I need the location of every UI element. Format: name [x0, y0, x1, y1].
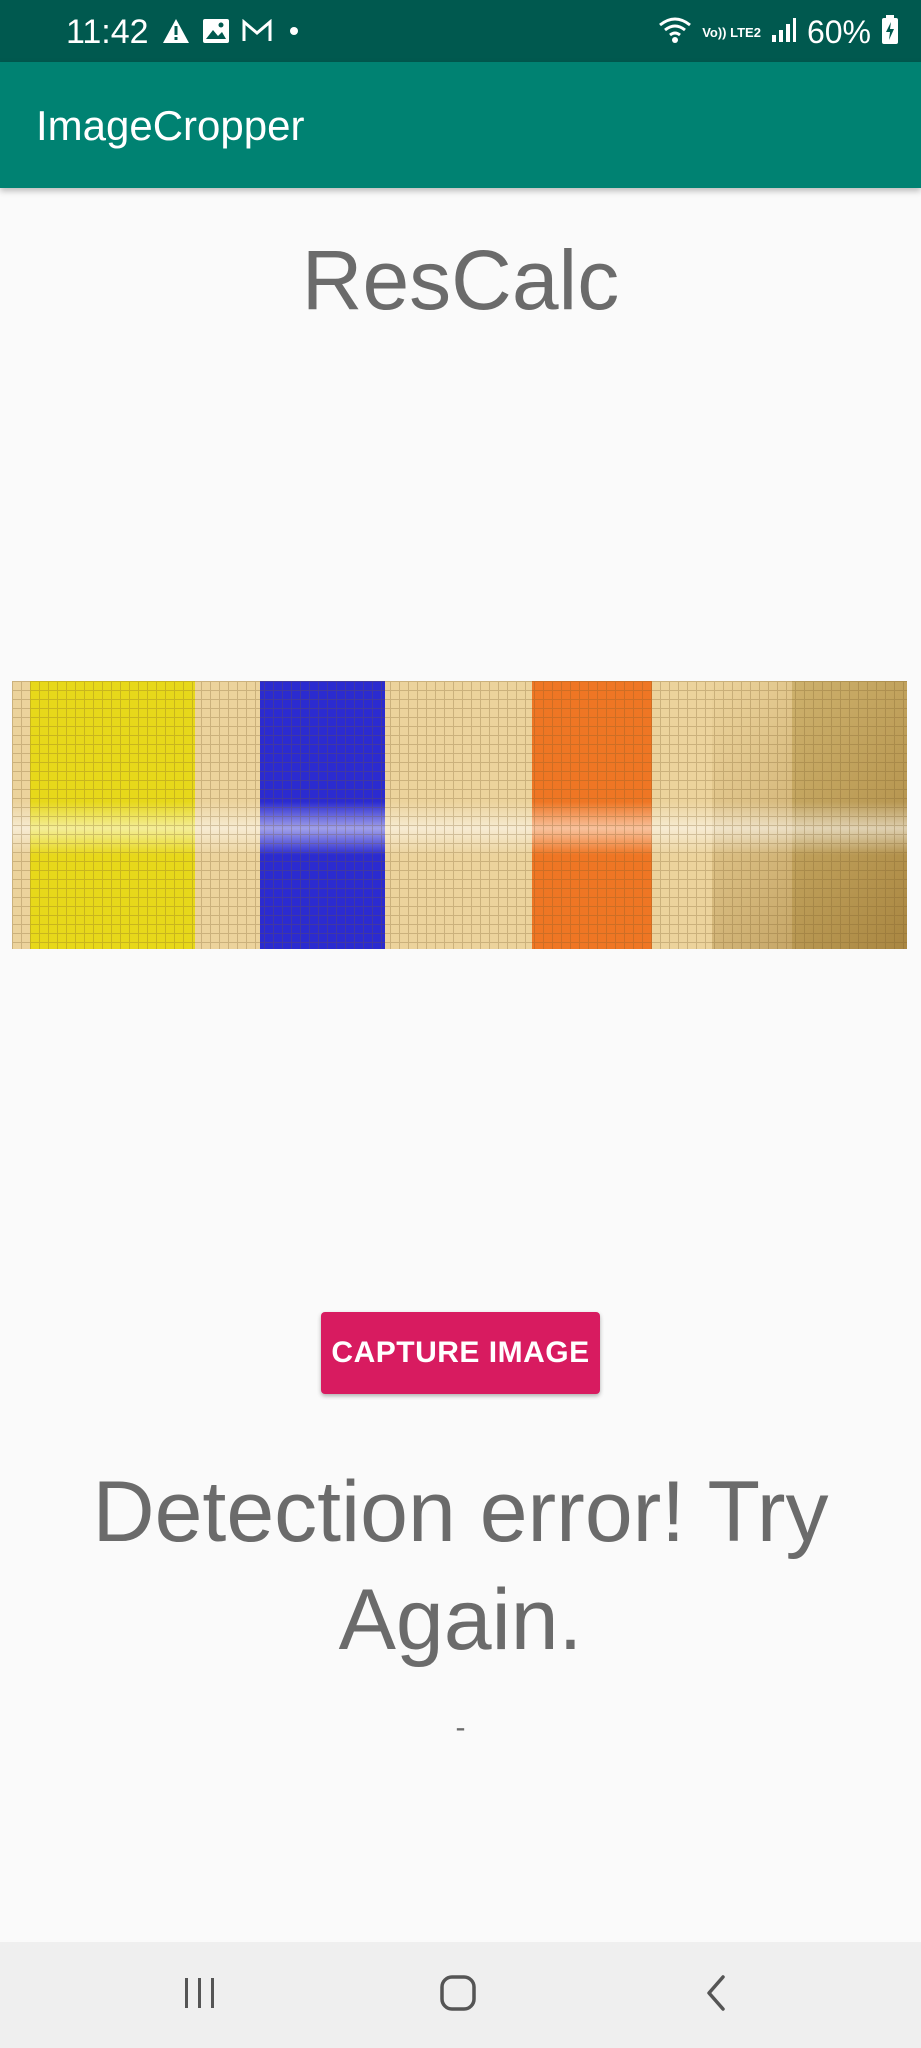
- gmail-icon: [242, 18, 272, 48]
- wifi-icon: [658, 15, 692, 50]
- navigation-bar: [0, 1942, 921, 2048]
- battery-percent: 60%: [806, 14, 871, 50]
- page-heading: ResCalc: [301, 233, 620, 327]
- result-value: -: [455, 1711, 466, 1744]
- status-time: 11:42: [66, 13, 149, 51]
- app-bar: ImageCropper: [0, 62, 921, 188]
- home-icon: [438, 1973, 478, 2018]
- system-status-icons: Vo)) LTE2 60%: [658, 14, 899, 50]
- recent-apps-icon: [182, 1976, 218, 2015]
- notification-icons: [162, 18, 304, 48]
- app-title: ImageCropper: [36, 102, 305, 149]
- home-button[interactable]: [418, 1962, 498, 2028]
- alert-icon: [162, 18, 190, 49]
- result-message: Detection error! Try Again.: [92, 1464, 829, 1668]
- status-bar: 11:42 Vo)) LTE2 60%: [0, 0, 921, 62]
- volte-indicator: Vo)) LTE2: [702, 24, 761, 40]
- resistor-color-bands-image: [12, 681, 907, 949]
- battery-charging-icon: [881, 14, 899, 50]
- signal-icon: [771, 17, 797, 48]
- dot-icon: [284, 19, 304, 48]
- back-button[interactable]: [676, 1962, 756, 2028]
- recent-apps-button[interactable]: [160, 1962, 240, 2028]
- image-icon: [202, 18, 230, 49]
- capture-image-button[interactable]: CAPTURE IMAGE: [321, 1312, 600, 1394]
- back-icon: [701, 1973, 731, 2018]
